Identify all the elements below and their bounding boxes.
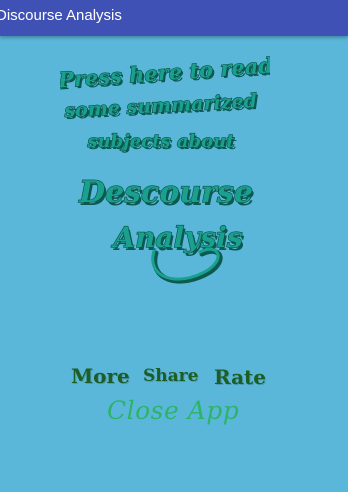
- line-3-text: subjects about: [86, 131, 235, 152]
- more-button[interactable]: More: [71, 364, 130, 388]
- line-4-text: Descourse: [78, 175, 253, 210]
- read-subjects-graphic: Press here to read some summarized subje…: [60, 52, 270, 284]
- app-bar: Discourse Analysis: [0, 0, 348, 36]
- close-app-button[interactable]: Close App: [107, 396, 239, 425]
- read-subjects-image-button[interactable]: Press here to read some summarized subje…: [60, 40, 270, 290]
- line-5-text: Analysis: [110, 221, 243, 254]
- app-title: Discourse Analysis: [0, 7, 122, 24]
- share-button[interactable]: Share: [143, 366, 198, 386]
- rate-button[interactable]: Rate: [214, 365, 266, 389]
